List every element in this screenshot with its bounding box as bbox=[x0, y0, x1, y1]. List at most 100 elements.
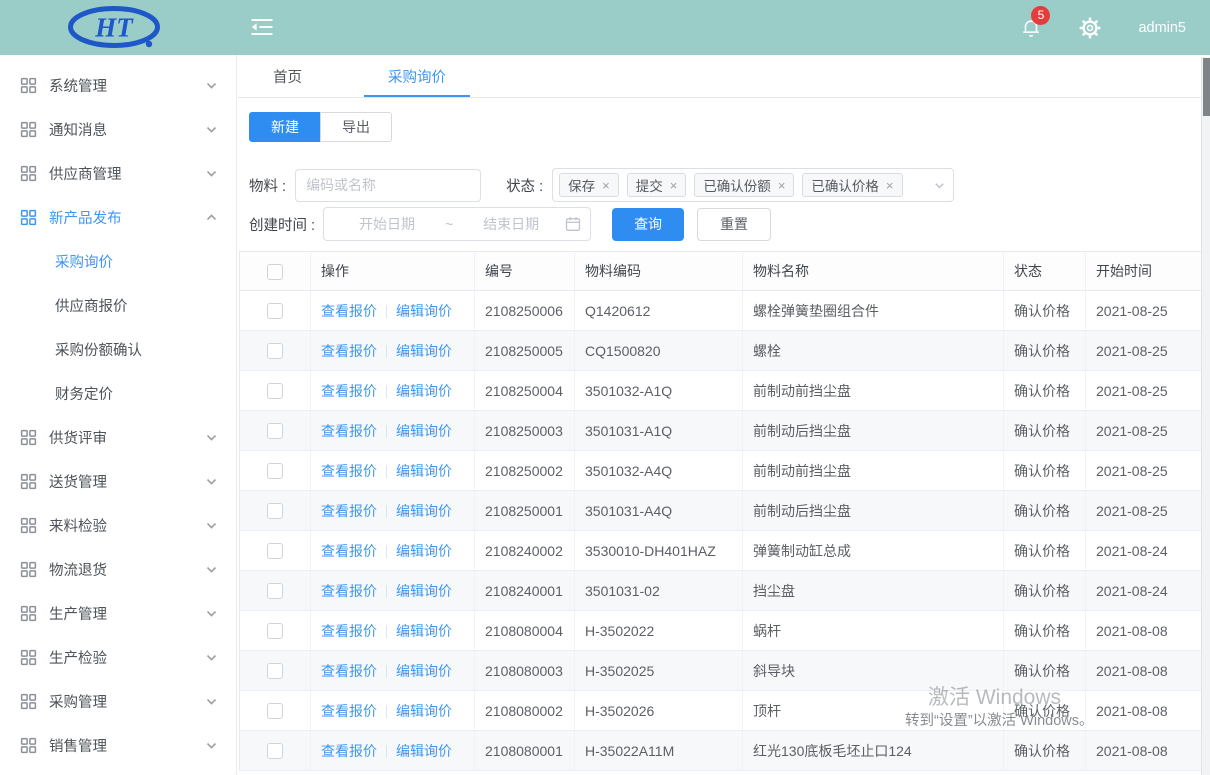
row-no: 2108250003 bbox=[475, 411, 575, 451]
chevron-down-icon bbox=[205, 695, 218, 708]
sidebar-subitem-finance-pricing[interactable]: 财务定价 bbox=[0, 371, 236, 415]
column-header: 物料名称 bbox=[743, 252, 1004, 291]
sidebar-item-production-management[interactable]: 生产管理 bbox=[0, 591, 236, 635]
sidebar-item-delivery-management[interactable]: 送货管理 bbox=[0, 459, 236, 503]
view-quote-link[interactable]: 查看报价 bbox=[321, 303, 377, 319]
settings-button[interactable] bbox=[1078, 16, 1102, 40]
sidebar-subitem-supplier-quotation[interactable]: 供应商报价 bbox=[0, 283, 236, 327]
sidebar-item-new-product-release[interactable]: 新产品发布 bbox=[0, 195, 236, 239]
select-all-checkbox[interactable] bbox=[267, 264, 283, 280]
row-material-name: 螺栓弹簧垫圈组合件 bbox=[743, 291, 1004, 331]
edit-inquiry-link[interactable]: 编辑询价 bbox=[396, 383, 452, 399]
edit-inquiry-link[interactable]: 编辑询价 bbox=[396, 703, 452, 719]
view-quote-link[interactable]: 查看报价 bbox=[321, 423, 377, 439]
grid-icon bbox=[20, 209, 37, 226]
scrollbar-thumb[interactable] bbox=[1203, 58, 1210, 116]
sidebar-item-supplier-management[interactable]: 供应商管理 bbox=[0, 151, 236, 195]
row-material-name: 斜导块 bbox=[743, 651, 1004, 691]
row-status: 确认价格 bbox=[1004, 451, 1086, 491]
row-checkbox[interactable] bbox=[267, 463, 283, 479]
edit-inquiry-link[interactable]: 编辑询价 bbox=[396, 463, 452, 479]
row-material-code: 3501031-A4Q bbox=[575, 491, 743, 531]
sidebar-item-sales-management[interactable]: 销售管理 bbox=[0, 723, 236, 767]
username[interactable]: admin5 bbox=[1138, 20, 1186, 36]
tab-purchase-inquiry[interactable]: 采购询价 bbox=[364, 55, 470, 97]
divider bbox=[386, 345, 387, 358]
row-checkbox[interactable] bbox=[267, 743, 283, 759]
sidebar-collapse-icon[interactable] bbox=[250, 17, 274, 38]
edit-inquiry-link[interactable]: 编辑询价 bbox=[396, 663, 452, 679]
tab-home[interactable]: 首页 bbox=[259, 55, 316, 97]
row-checkbox[interactable] bbox=[267, 503, 283, 519]
row-checkbox[interactable] bbox=[267, 623, 283, 639]
column-header: 状态 bbox=[1004, 252, 1086, 291]
status-select[interactable]: 保存×提交×已确认份额×已确认价格× bbox=[552, 168, 954, 202]
new-button[interactable]: 新建 bbox=[249, 112, 321, 142]
edit-inquiry-link[interactable]: 编辑询价 bbox=[396, 303, 452, 319]
sidebar-item-notice-messages[interactable]: 通知消息 bbox=[0, 107, 236, 151]
sidebar-item-purchase-management[interactable]: 采购管理 bbox=[0, 679, 236, 723]
row-start-time: 2021-08-24 bbox=[1086, 531, 1210, 571]
sidebar-item-supply-review[interactable]: 供货评审 bbox=[0, 415, 236, 459]
edit-inquiry-link[interactable]: 编辑询价 bbox=[396, 623, 452, 639]
view-quote-link[interactable]: 查看报价 bbox=[321, 383, 377, 399]
sidebar-item-incoming-inspection[interactable]: 来料检验 bbox=[0, 503, 236, 547]
view-quote-link[interactable]: 查看报价 bbox=[321, 543, 377, 559]
chevron-down-icon bbox=[933, 179, 946, 192]
edit-inquiry-link[interactable]: 编辑询价 bbox=[396, 343, 452, 359]
row-status: 确认价格 bbox=[1004, 691, 1086, 731]
status-tag-label: 保存 bbox=[568, 175, 595, 195]
edit-inquiry-link[interactable]: 编辑询价 bbox=[396, 543, 452, 559]
row-checkbox[interactable] bbox=[267, 383, 283, 399]
row-checkbox[interactable] bbox=[267, 343, 283, 359]
grid-icon bbox=[20, 77, 37, 94]
chevron-down-icon bbox=[205, 167, 218, 180]
row-status: 确认价格 bbox=[1004, 611, 1086, 651]
remove-tag-icon[interactable]: × bbox=[602, 179, 610, 192]
row-checkbox[interactable] bbox=[267, 543, 283, 559]
view-quote-link[interactable]: 查看报价 bbox=[321, 623, 377, 639]
edit-inquiry-link[interactable]: 编辑询价 bbox=[396, 503, 452, 519]
row-material-code: Q1420612 bbox=[575, 291, 743, 331]
notifications-button[interactable]: 5 bbox=[1020, 16, 1042, 40]
export-button[interactable]: 导出 bbox=[320, 112, 392, 142]
grid-icon bbox=[20, 693, 37, 710]
sidebar-item-logistics-returns[interactable]: 物流退货 bbox=[0, 547, 236, 591]
row-start-time: 2021-08-25 bbox=[1086, 291, 1210, 331]
view-quote-link[interactable]: 查看报价 bbox=[321, 663, 377, 679]
view-quote-link[interactable]: 查看报价 bbox=[321, 583, 377, 599]
remove-tag-icon[interactable]: × bbox=[886, 179, 894, 192]
reset-button[interactable]: 重置 bbox=[697, 208, 771, 241]
view-quote-link[interactable]: 查看报价 bbox=[321, 463, 377, 479]
row-start-time: 2021-08-25 bbox=[1086, 451, 1210, 491]
status-label: 状态 : bbox=[506, 175, 543, 196]
material-input[interactable] bbox=[295, 169, 481, 202]
row-checkbox[interactable] bbox=[267, 663, 283, 679]
sidebar-subitem-purchase-share-confirm[interactable]: 采购份额确认 bbox=[0, 327, 236, 371]
row-checkbox[interactable] bbox=[267, 303, 283, 319]
row-no: 2108080001 bbox=[475, 731, 575, 771]
sidebar-item-production-inspection[interactable]: 生产检验 bbox=[0, 635, 236, 679]
search-button[interactable]: 查询 bbox=[612, 208, 684, 241]
row-material-code: 3501031-A1Q bbox=[575, 411, 743, 451]
row-status: 确认价格 bbox=[1004, 531, 1086, 571]
row-checkbox[interactable] bbox=[267, 423, 283, 439]
grid-icon bbox=[20, 649, 37, 666]
vertical-scrollbar[interactable] bbox=[1201, 57, 1210, 775]
remove-tag-icon[interactable]: × bbox=[778, 179, 786, 192]
edit-inquiry-link[interactable]: 编辑询价 bbox=[396, 423, 452, 439]
view-quote-link[interactable]: 查看报价 bbox=[321, 743, 377, 759]
view-quote-link[interactable]: 查看报价 bbox=[321, 503, 377, 519]
status-tag-label: 提交 bbox=[636, 175, 663, 195]
row-checkbox[interactable] bbox=[267, 583, 283, 599]
row-checkbox[interactable] bbox=[267, 703, 283, 719]
inquiry-table: 操作编号物料编码物料名称状态开始时间 查看报价编辑询价2108250006Q14… bbox=[239, 251, 1210, 771]
remove-tag-icon[interactable]: × bbox=[670, 179, 678, 192]
edit-inquiry-link[interactable]: 编辑询价 bbox=[396, 743, 452, 759]
view-quote-link[interactable]: 查看报价 bbox=[321, 703, 377, 719]
date-range-picker[interactable]: 开始日期 ~ 结束日期 bbox=[323, 207, 591, 241]
view-quote-link[interactable]: 查看报价 bbox=[321, 343, 377, 359]
sidebar-item-system-management[interactable]: 系统管理 bbox=[0, 63, 236, 107]
sidebar-subitem-purchase-inquiry[interactable]: 采购询价 bbox=[0, 239, 236, 283]
edit-inquiry-link[interactable]: 编辑询价 bbox=[396, 583, 452, 599]
